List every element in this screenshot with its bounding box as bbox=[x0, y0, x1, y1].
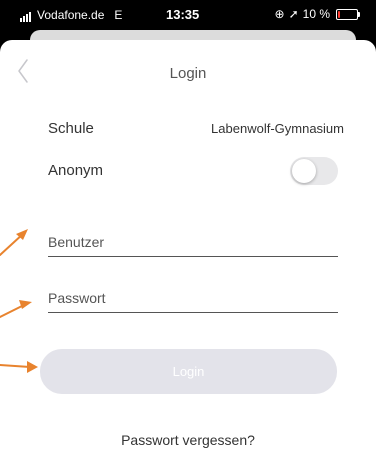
location-icon: ➚ bbox=[288, 7, 299, 21]
password-field bbox=[48, 286, 338, 313]
forgot-password-link[interactable]: Passwort vergessen? bbox=[0, 432, 376, 448]
carrier-name: Vodafone.de bbox=[37, 8, 105, 22]
page-title: Login bbox=[169, 65, 207, 82]
signal-icon bbox=[20, 12, 31, 22]
status-time: 13:35 bbox=[166, 7, 200, 22]
network-type: E bbox=[114, 8, 123, 22]
status-right: ⊕ ➚ 10 % bbox=[274, 7, 360, 21]
anonym-label: Anonym bbox=[48, 162, 104, 179]
login-button[interactable]: Login bbox=[40, 349, 337, 394]
toggle-knob bbox=[292, 159, 316, 183]
login-sheet: Login Schule Labenwolf-Gymnasium Anonym … bbox=[0, 40, 376, 451]
battery-level bbox=[338, 10, 340, 18]
phone-screen: Vodafone.de E 13:35 ⊕ ➚ 10 % Login Schul… bbox=[0, 0, 376, 451]
username-field bbox=[48, 230, 338, 257]
status-bar: Vodafone.de E 13:35 ⊕ ➚ 10 % bbox=[0, 0, 376, 30]
password-input[interactable] bbox=[48, 286, 338, 310]
school-value[interactable]: Labenwolf-Gymnasium bbox=[211, 121, 344, 136]
status-left: Vodafone.de E bbox=[20, 8, 122, 22]
school-label: Schule bbox=[48, 120, 94, 137]
alarm-icon: ⊕ bbox=[274, 7, 285, 21]
battery-icon bbox=[336, 8, 360, 20]
anonym-toggle[interactable] bbox=[290, 157, 338, 185]
username-input[interactable] bbox=[48, 230, 338, 254]
battery-percent: 10 % bbox=[302, 7, 330, 21]
